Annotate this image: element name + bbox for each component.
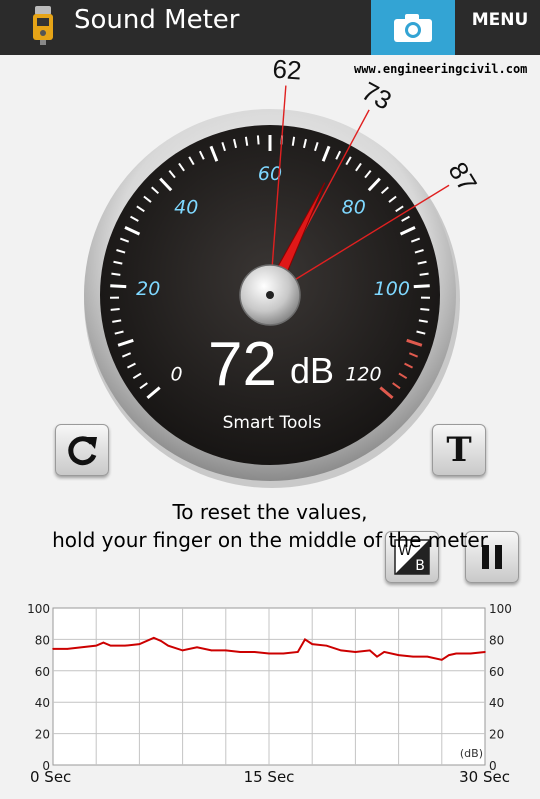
series-point (376, 655, 378, 658)
gauge-scale-label: 40 (174, 196, 198, 218)
gauge-tick (110, 308, 120, 311)
refresh-icon (68, 436, 97, 466)
gauge-tick (244, 136, 249, 146)
series-point (124, 644, 126, 647)
gauge-scale-label: 0 (170, 363, 182, 385)
series-point (448, 654, 450, 656)
series-point (160, 640, 162, 642)
series-point (210, 649, 213, 652)
gauge-tick (111, 272, 121, 276)
gauge-tick (419, 272, 429, 276)
series-point (304, 638, 306, 641)
text-mode-button[interactable]: T (432, 424, 486, 476)
y-tick-label: 60 (489, 665, 504, 679)
series-point (340, 649, 342, 652)
series-point (52, 648, 54, 650)
series-point (196, 646, 198, 649)
series-point (325, 644, 328, 647)
series-point (484, 651, 486, 653)
gauge-hub-pin (266, 291, 274, 299)
series-point (469, 652, 472, 655)
wb-b-letter: B (415, 558, 425, 574)
action-bar: Sound Meter MENU (0, 0, 540, 55)
hint-line-1: To reset the values, (172, 500, 368, 524)
gauge-tick (413, 284, 430, 289)
y-tick-label: 20 (35, 728, 50, 742)
y-tick-label: 100 (27, 602, 50, 616)
gauge-tick (256, 135, 260, 145)
series-point (181, 649, 184, 652)
series-point (354, 651, 357, 653)
series-point (253, 651, 256, 653)
series-point (297, 651, 299, 653)
camera-icon (394, 13, 432, 42)
menu-button[interactable]: MENU (460, 0, 540, 40)
series-point (109, 644, 112, 647)
series-point (239, 651, 241, 653)
reset-instructions: To reset the values, hold your finger on… (40, 498, 500, 554)
camera-button[interactable] (371, 0, 455, 55)
app-title: Sound Meter (74, 5, 240, 35)
series-point (268, 652, 270, 655)
series-point (441, 659, 443, 661)
gauge-scale-label: 120 (345, 363, 381, 385)
series-point (225, 649, 227, 652)
reset-button[interactable] (55, 424, 109, 476)
y-tick-label: 40 (35, 696, 50, 710)
series-point (102, 641, 105, 644)
gauge-scale-label: 80 (342, 196, 366, 218)
series-point (397, 654, 400, 656)
y-tick-label: 20 (489, 728, 504, 742)
current-db-value: 72 (208, 330, 277, 399)
x-tick-label: 30 Sec (459, 768, 510, 786)
series-point (95, 644, 97, 647)
series-point (153, 637, 155, 639)
peak-marker-label: 73 (357, 76, 397, 116)
sound-meter-app-icon[interactable] (30, 6, 56, 46)
series-point (311, 643, 314, 645)
series-point (138, 643, 141, 645)
series-point (412, 655, 414, 658)
x-axis-labels: 0 Sec 15 Sec 30 Sec (30, 768, 510, 786)
series-point (455, 652, 458, 655)
series-point (66, 648, 69, 650)
y-tick-label: 80 (35, 633, 50, 647)
peak-marker-label: 62 (272, 55, 303, 86)
unit-label: (dB) (460, 747, 483, 760)
db-unit-label: dB (290, 350, 334, 391)
y-axis-right-labels: 020406080100 (489, 602, 512, 773)
gauge-tick (110, 284, 127, 289)
gauge-tick (291, 136, 296, 146)
y-tick-label: 40 (489, 696, 504, 710)
series-point (282, 652, 285, 655)
series-point (167, 644, 169, 647)
gauge-tick (420, 308, 430, 311)
brand-label: Smart Tools (223, 413, 322, 433)
gauge-scale-label: 20 (136, 278, 160, 300)
series-point (426, 655, 429, 658)
x-tick-label: 15 Sec (244, 768, 295, 786)
series-point (81, 646, 83, 649)
series-point (369, 649, 371, 652)
y-tick-label: 80 (489, 633, 504, 647)
y-tick-label: 60 (35, 665, 50, 679)
y-axis-left-labels: 020406080100 (27, 602, 50, 773)
peak-marker-label: 87 (442, 157, 483, 197)
x-tick-label: 0 Sec (30, 768, 71, 786)
y-tick-label: 100 (489, 602, 512, 616)
gauge-scale-label: 100 (374, 278, 410, 300)
sound-history-chart: 020406080100 020406080100 0 Sec 15 Sec 30 … (27, 602, 512, 786)
hint-line-2: hold your finger on the middle of the me… (52, 528, 488, 552)
series-point (383, 651, 386, 653)
